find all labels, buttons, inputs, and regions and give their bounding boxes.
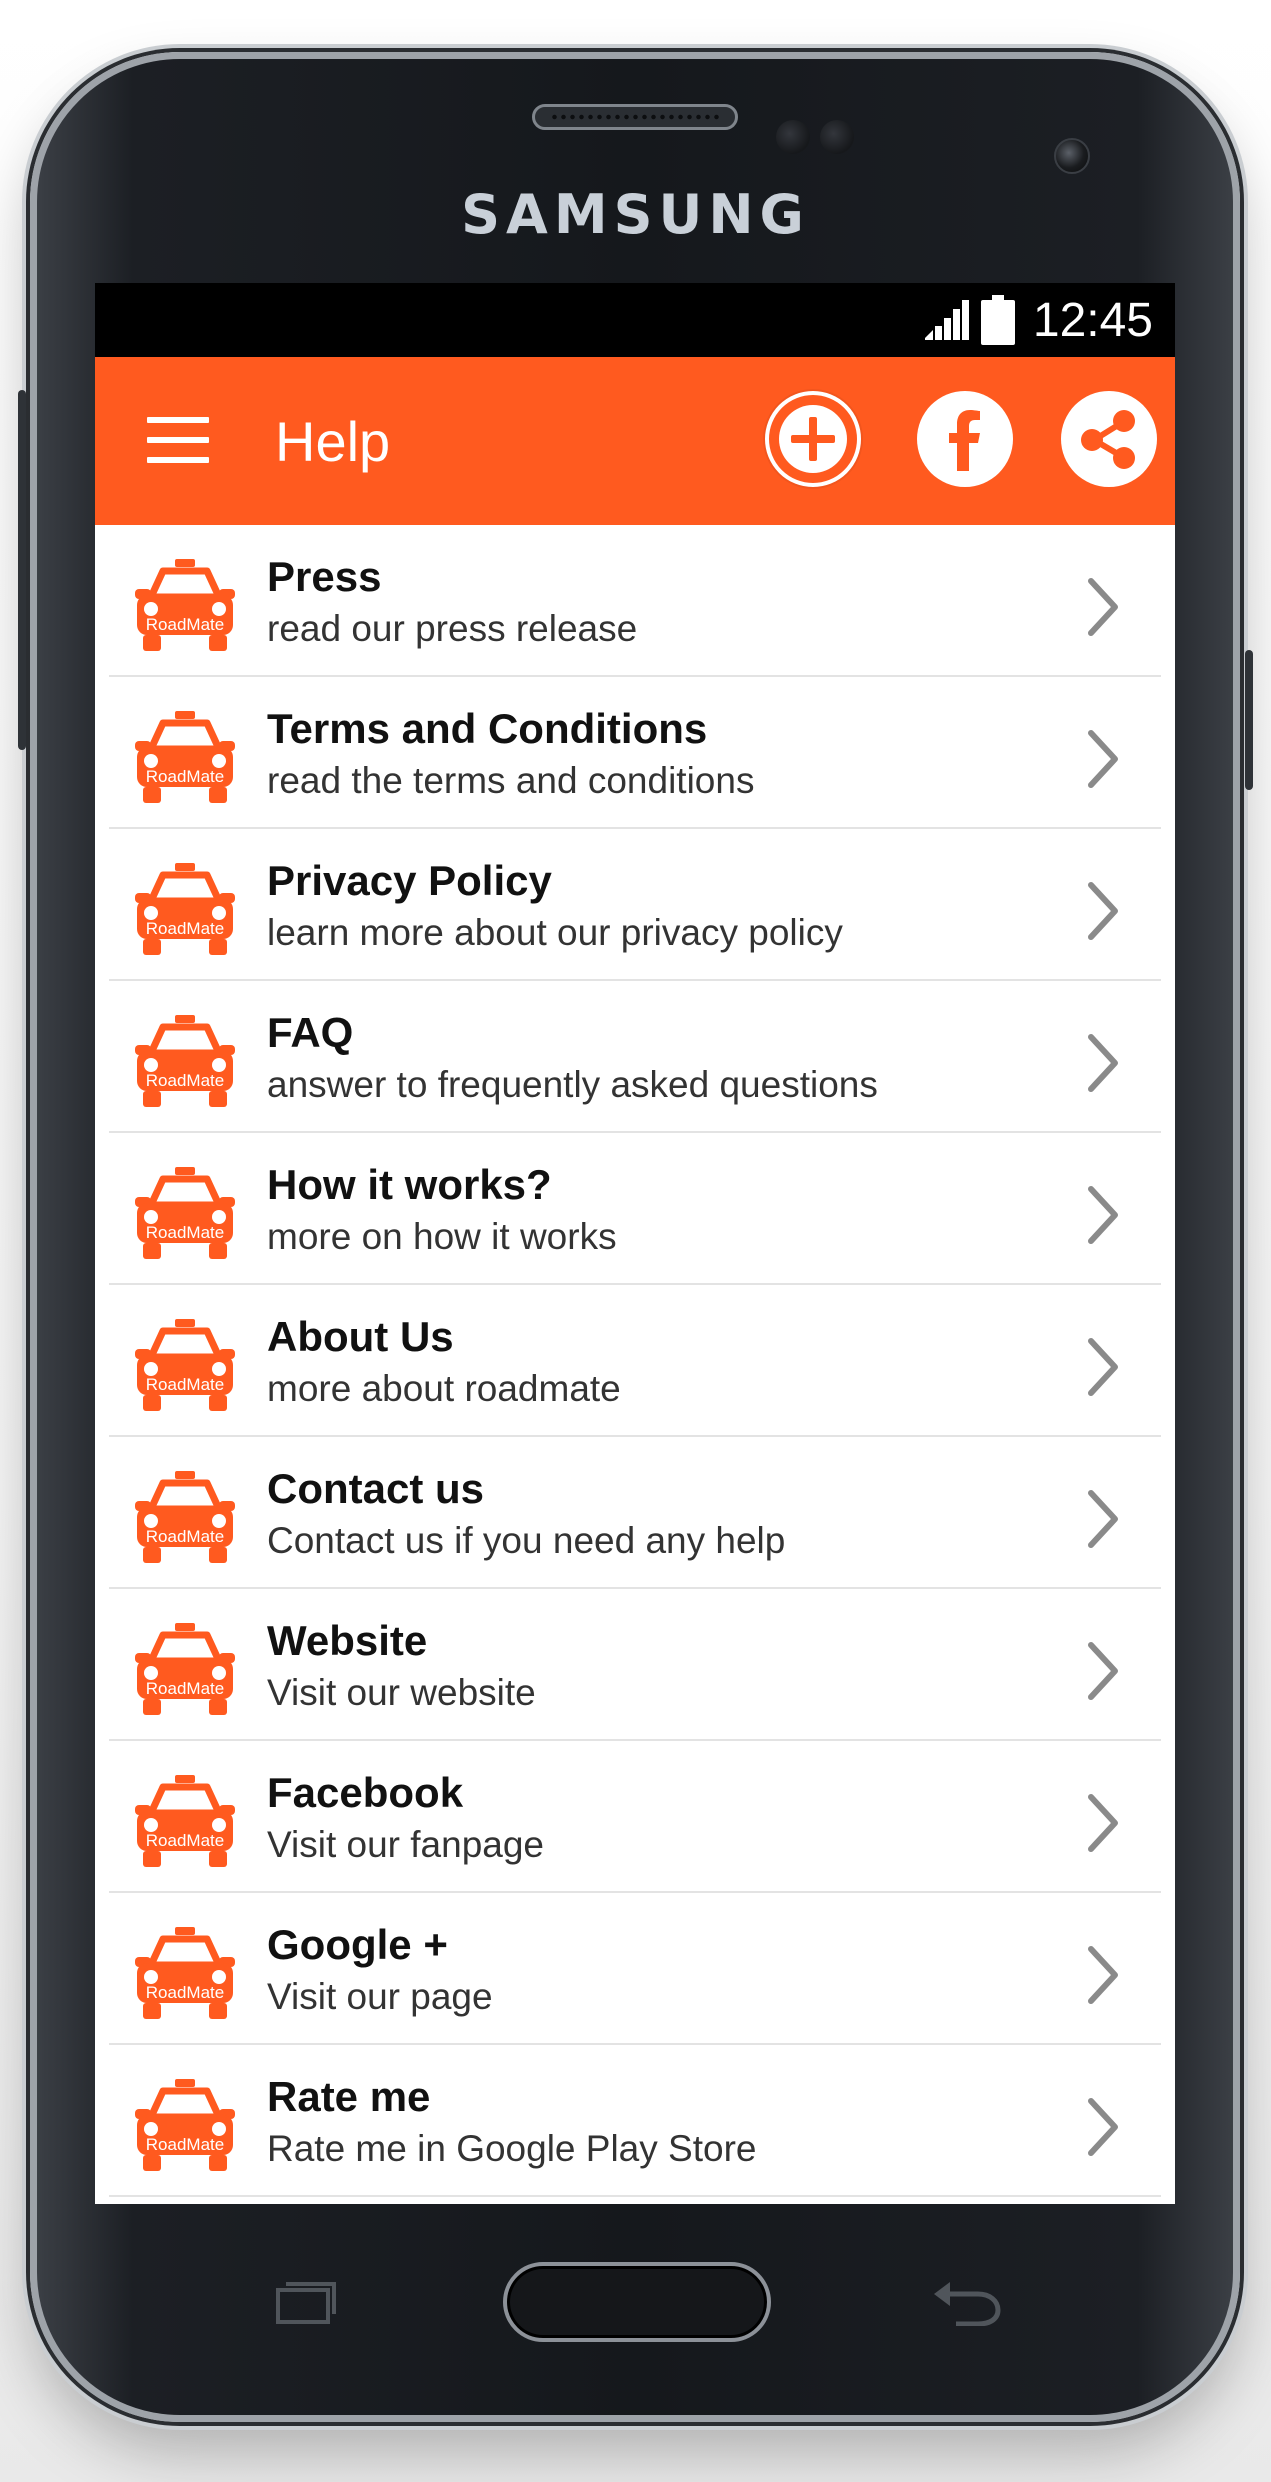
power-button [1245, 650, 1253, 790]
proximity-sensor [776, 120, 810, 154]
car-icon-label: RoadMate [146, 2135, 224, 2154]
roadmate-car-icon: RoadMate [135, 1167, 235, 1259]
help-item-privacy-policy[interactable]: RoadMate Privacy Policy learn more about… [109, 829, 1161, 981]
list-item-subtitle: learn more about our privacy policy [267, 912, 843, 953]
back-icon[interactable] [932, 2274, 1004, 2326]
list-item-subtitle: read our press release [267, 608, 638, 649]
app-screen: 12:45 Help RoadMate Press read our press… [95, 283, 1175, 2204]
roadmate-car-icon: RoadMate [135, 863, 235, 955]
chevron-right-icon [1088, 1794, 1118, 1852]
device-brand: SAMSUNG [461, 183, 810, 246]
car-icon-label: RoadMate [146, 919, 224, 938]
car-icon-label: RoadMate [146, 1527, 224, 1546]
roadmate-car-icon: RoadMate [135, 559, 235, 651]
car-icon-label: RoadMate [146, 1831, 224, 1850]
earpiece-speaker [532, 104, 738, 130]
car-icon-label: RoadMate [146, 1375, 224, 1394]
roadmate-car-icon: RoadMate [135, 1775, 235, 1867]
chevron-right-icon [1088, 1642, 1118, 1700]
car-icon-label: RoadMate [146, 1071, 224, 1090]
car-icon-label: RoadMate [146, 1983, 224, 2002]
chevron-right-icon [1088, 882, 1118, 940]
help-item-about-us[interactable]: RoadMate About Us more about roadmate [109, 1285, 1161, 1437]
list-item-subtitle: answer to frequently asked questions [267, 1064, 878, 1105]
hamburger-icon[interactable] [147, 417, 209, 463]
car-icon-label: RoadMate [146, 1223, 224, 1242]
roadmate-car-icon: RoadMate [135, 1927, 235, 2019]
add-button[interactable] [765, 391, 861, 487]
page-title: Help [275, 410, 391, 473]
list-item-title: About Us [267, 1313, 454, 1360]
chevron-right-icon [1088, 1034, 1118, 1092]
list-item-subtitle: Rate me in Google Play Store [267, 2128, 757, 2169]
list-item-title: FAQ [267, 1009, 354, 1056]
help-item-google[interactable]: RoadMate Google + Visit our page [109, 1893, 1161, 2045]
facebook-button[interactable] [917, 391, 1013, 487]
list-item-title: Website [267, 1617, 428, 1664]
roadmate-car-icon: RoadMate [135, 711, 235, 803]
list-item-title: Rate me [267, 2073, 431, 2120]
chevron-right-icon [1088, 1338, 1118, 1396]
car-icon-label: RoadMate [146, 767, 224, 786]
chevron-right-icon [1088, 1186, 1118, 1244]
add-icon [779, 405, 847, 473]
list-item-title: Google + [267, 1921, 448, 1968]
roadmate-car-icon: RoadMate [135, 1319, 235, 1411]
list-item-title: Privacy Policy [267, 857, 552, 904]
roadmate-car-icon: RoadMate [135, 1015, 235, 1107]
share-button[interactable] [1061, 391, 1157, 487]
front-camera [1054, 138, 1090, 174]
roadmate-car-icon: RoadMate [135, 1471, 235, 1563]
help-item-faq[interactable]: RoadMate FAQ answer to frequently asked … [109, 981, 1161, 1133]
list-item-subtitle: read the terms and conditions [267, 760, 755, 801]
car-icon-label: RoadMate [146, 615, 224, 634]
list-item-title: Press [267, 553, 382, 600]
help-item-contact-us[interactable]: RoadMate Contact us Contact us if you ne… [109, 1437, 1161, 1589]
app-toolbar: Help [95, 357, 1175, 525]
battery-icon [980, 295, 1015, 345]
chevron-right-icon [1088, 578, 1118, 636]
list-item-subtitle: Visit our page [267, 1976, 493, 2017]
light-sensor [820, 120, 854, 154]
list-item-subtitle: Visit our website [267, 1672, 536, 1713]
status-time: 12:45 [1032, 293, 1153, 347]
help-item-how-it-works[interactable]: RoadMate How it works? more on how it wo… [109, 1133, 1161, 1285]
chevron-right-icon [1088, 1946, 1118, 2004]
list-item-title: How it works? [267, 1161, 552, 1208]
car-icon-label: RoadMate [146, 1679, 224, 1698]
help-item-facebook[interactable]: RoadMate Facebook Visit our fanpage [109, 1741, 1161, 1893]
home-button[interactable] [503, 2262, 771, 2342]
list-item-title: Contact us [267, 1465, 485, 1512]
list-item-subtitle: more about roadmate [267, 1368, 621, 1409]
signal-icon [924, 300, 969, 340]
list-item-title: Facebook [267, 1769, 464, 1816]
chevron-right-icon [1088, 1490, 1118, 1548]
chevron-right-icon [1088, 730, 1118, 788]
help-item-rate-me[interactable]: RoadMate Rate me Rate me in Google Play … [109, 2045, 1161, 2197]
facebook-icon [949, 410, 980, 471]
status-bar: 12:45 [95, 283, 1175, 357]
volume-button [18, 390, 26, 750]
roadmate-car-icon: RoadMate [135, 1623, 235, 1715]
help-item-terms-and-conditions[interactable]: RoadMate Terms and Conditions read the t… [109, 677, 1161, 829]
list-item-subtitle: more on how it works [267, 1216, 617, 1257]
list-item-subtitle: Visit our fanpage [267, 1824, 545, 1865]
help-menu-list: RoadMate Press read our press release Ro… [109, 525, 1161, 2197]
recent-apps-icon[interactable] [274, 2278, 336, 2324]
chevron-right-icon [1088, 2098, 1118, 2156]
help-item-press[interactable]: RoadMate Press read our press release [109, 525, 1161, 677]
share-icon [1081, 410, 1135, 469]
list-item-subtitle: Contact us if you need any help [267, 1520, 786, 1561]
list-item-title: Terms and Conditions [267, 705, 708, 752]
roadmate-car-icon: RoadMate [135, 2079, 235, 2171]
help-item-website[interactable]: RoadMate Website Visit our website [109, 1589, 1161, 1741]
